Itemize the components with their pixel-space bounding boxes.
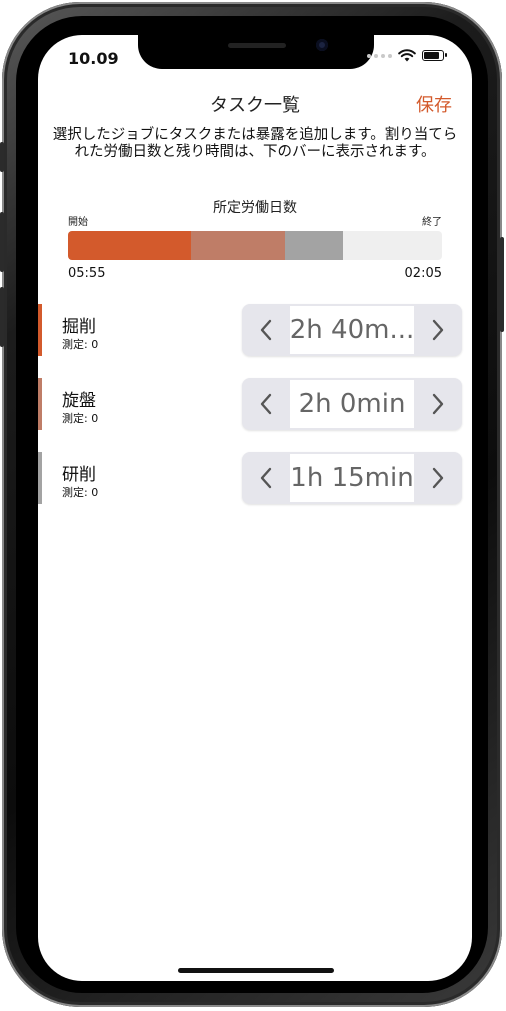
- duration-value: 2h 0min: [290, 380, 414, 428]
- task-name: 研削: [62, 465, 96, 485]
- duration-stepper[interactable]: 1h 15min: [242, 452, 462, 504]
- speaker: [228, 43, 286, 48]
- save-button[interactable]: 保存: [416, 91, 452, 117]
- task-row[interactable]: 旋盤 測定: 0 2h 0min: [38, 378, 472, 432]
- volume-up-button: [0, 212, 4, 272]
- description-text: 選択したジョブにタスクまたは暴露を追加します。割り当てられた労働日数と残り時間は…: [52, 127, 458, 160]
- mute-switch: [0, 142, 4, 172]
- duration-stepper[interactable]: 2h 0min: [242, 378, 462, 430]
- home-indicator[interactable]: [178, 968, 334, 973]
- decrement-button[interactable]: [242, 452, 290, 504]
- chevron-left-icon: [260, 393, 272, 415]
- task-measurement: 測定: 0: [62, 412, 99, 425]
- status-time: 10.09: [68, 49, 119, 68]
- power-button: [500, 237, 504, 332]
- task-color-marker: [38, 304, 42, 356]
- battery-icon: [422, 50, 447, 61]
- duration-value: 2h 40m...: [290, 306, 414, 354]
- chevron-right-icon: [432, 319, 444, 341]
- increment-button[interactable]: [414, 304, 462, 356]
- chevron-right-icon: [432, 393, 444, 415]
- status-icons: [367, 49, 447, 62]
- chevron-left-icon: [260, 467, 272, 489]
- increment-button[interactable]: [414, 378, 462, 430]
- task-name: 掘削: [62, 317, 96, 337]
- signal-dots-icon: [367, 53, 392, 58]
- decrement-button[interactable]: [242, 378, 290, 430]
- volume-down-button: [0, 287, 4, 347]
- bar-start-label: 開始: [68, 217, 88, 228]
- start-time: 05:55: [68, 266, 106, 281]
- task-name: 旋盤: [62, 391, 96, 411]
- task-measurement: 測定: 0: [62, 486, 99, 499]
- task-row[interactable]: 研削 測定: 0 1h 15min: [38, 452, 472, 506]
- notch: [138, 35, 374, 69]
- wifi-icon: [398, 49, 416, 62]
- increment-button[interactable]: [414, 452, 462, 504]
- bar-segment: [191, 231, 285, 260]
- bar-segment: [68, 231, 192, 260]
- page-title: タスク一覧: [210, 95, 300, 116]
- workday-label: 所定労働日数: [213, 200, 297, 216]
- end-time: 02:05: [404, 266, 442, 281]
- task-row[interactable]: 掘削 測定: 0 2h 40m...: [38, 304, 472, 358]
- bar-segment: [284, 231, 343, 260]
- chevron-left-icon: [260, 319, 272, 341]
- bar-end-label: 終了: [422, 217, 442, 228]
- phone-frame: 10.09 タスク一覧 保存 選択したジョブにタスクまたは暴露を追加します。割り…: [0, 2, 504, 1007]
- decrement-button[interactable]: [242, 304, 290, 356]
- chevron-right-icon: [432, 467, 444, 489]
- duration-value: 1h 15min: [290, 454, 414, 502]
- task-color-marker: [38, 378, 42, 430]
- workday-progress-bar: [68, 231, 442, 260]
- duration-stepper[interactable]: 2h 40m...: [242, 304, 462, 356]
- task-measurement: 測定: 0: [62, 338, 99, 351]
- task-color-marker: [38, 452, 42, 504]
- camera: [316, 39, 328, 51]
- screen: 10.09 タスク一覧 保存 選択したジョブにタスクまたは暴露を追加します。割り…: [38, 35, 472, 981]
